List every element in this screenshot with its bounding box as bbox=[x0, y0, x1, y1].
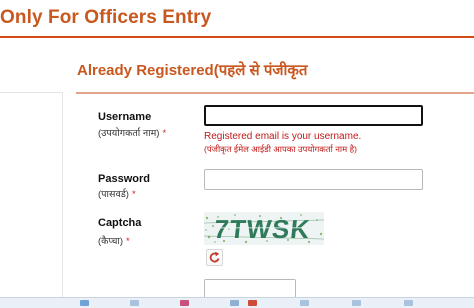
username-hint-english: Registered email is your username. bbox=[204, 131, 362, 142]
captcha-image-graphic: 7TWSK bbox=[204, 212, 324, 245]
refresh-captcha-button[interactable] bbox=[206, 249, 223, 266]
password-label-hindi-text: (पासवर्ड) bbox=[98, 189, 129, 200]
left-panel bbox=[0, 92, 62, 298]
username-label-text: Username bbox=[98, 111, 152, 123]
taskbar-app-icon[interactable] bbox=[248, 300, 257, 306]
captcha-label-hindi-text: (कैप्चा) bbox=[98, 236, 124, 247]
page-title: Only For Officers Entry bbox=[0, 7, 212, 28]
captcha-label-hindi: (कैप्चा) * bbox=[98, 234, 130, 247]
password-label: Password bbox=[98, 173, 150, 185]
refresh-icon bbox=[209, 251, 220, 263]
captcha-label-text: Captcha bbox=[98, 217, 142, 229]
left-panel-divider bbox=[62, 92, 63, 297]
title-divider bbox=[0, 36, 474, 38]
captcha-required-marker: * bbox=[126, 236, 130, 247]
taskbar-app-icon[interactable] bbox=[230, 300, 239, 306]
username-hint-hindi: (पंजीकृत ईमेल आईडी आपका उपयोगकर्ता नाम ह… bbox=[204, 144, 357, 154]
captcha-label: Captcha bbox=[98, 217, 141, 229]
username-required-marker: * bbox=[162, 128, 167, 139]
taskbar-app-icon[interactable] bbox=[80, 300, 89, 306]
taskbar-app-icon[interactable] bbox=[180, 300, 189, 306]
password-required-marker: * bbox=[131, 189, 136, 200]
taskbar-app-icon[interactable] bbox=[130, 300, 139, 306]
section-heading: Already Registered(पहले से पंजीकृत bbox=[77, 62, 308, 79]
captcha-image: 7TWSK bbox=[204, 212, 324, 245]
captcha-text: 7TWSK bbox=[213, 214, 312, 244]
taskbar-app-icon[interactable] bbox=[352, 300, 361, 306]
username-label-hindi: (उपयोगकर्ता नाम) * bbox=[98, 126, 166, 139]
taskbar bbox=[0, 297, 474, 308]
username-label: Username bbox=[98, 111, 151, 123]
taskbar-app-icon[interactable] bbox=[300, 300, 309, 306]
section-divider bbox=[76, 92, 474, 94]
password-field[interactable] bbox=[204, 169, 423, 190]
username-field[interactable] bbox=[204, 105, 423, 126]
taskbar-app-icon[interactable] bbox=[404, 300, 413, 306]
password-label-text: Password bbox=[98, 173, 150, 185]
password-label-hindi: (पासवर्ड) * bbox=[98, 187, 136, 200]
username-label-hindi-text: (उपयोगकर्ता नाम) bbox=[98, 128, 160, 139]
